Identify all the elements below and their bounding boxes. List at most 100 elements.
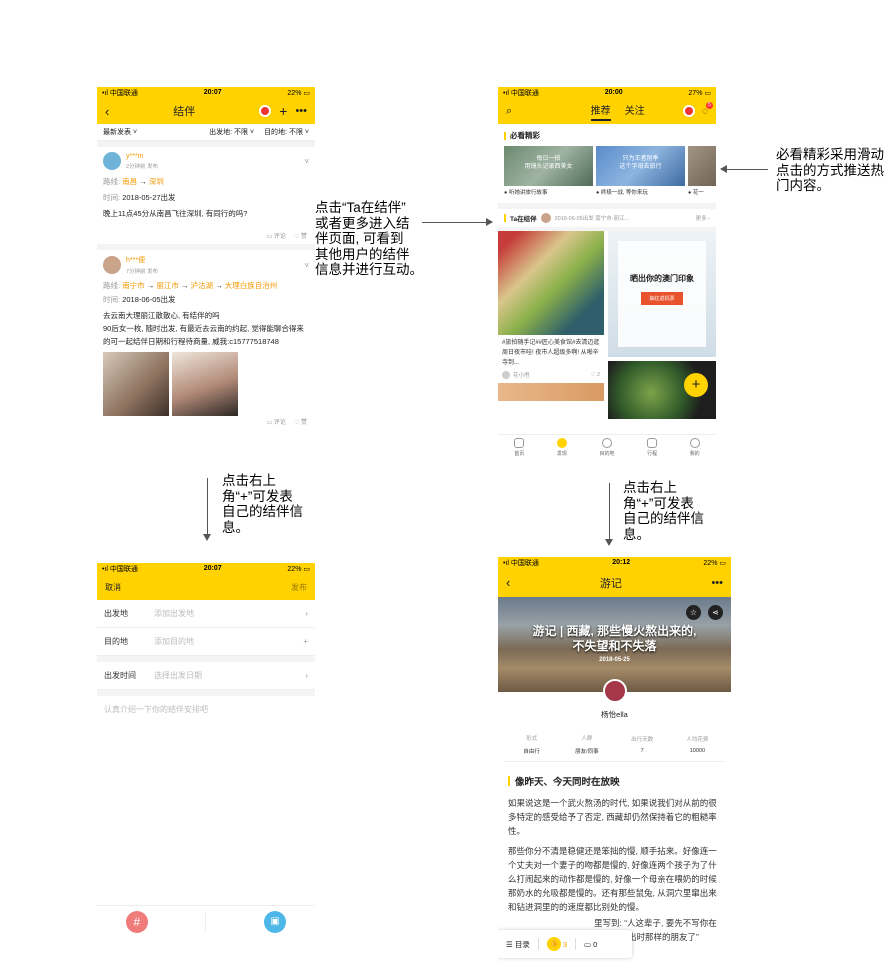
avatar[interactable]: [103, 256, 121, 274]
annotation-right: 必看精彩采用滑动 点击的方式推送热 门内容。: [776, 147, 884, 193]
filter-bar: 最新发表 ˅ 出发地: 不限 ˅ 目的地: 不限 ˅: [97, 124, 315, 141]
post-time: 7分钟前 发布: [126, 269, 159, 275]
status-bar: •ıl 中国联通 20:00 27% ▭: [503, 89, 711, 97]
date-field[interactable]: 出发时间 选择出发日期 ›: [97, 662, 315, 690]
author-name[interactable]: 杨怡ella: [498, 709, 731, 720]
toc-button[interactable]: ☰ 目录: [506, 939, 530, 950]
arrowhead-icon: [486, 218, 493, 226]
post-card[interactable]: y***m 2分钟前 发布 ˅ 路线: 南昌 → 深圳 时间: 2018-05-…: [97, 147, 315, 244]
username[interactable]: y***m: [126, 153, 158, 160]
add-icon[interactable]: +: [279, 103, 287, 119]
like-button[interactable]: ♡ 赞: [294, 417, 307, 426]
status-bar: •ıl 中国联通 20:07 22% ▭: [102, 565, 310, 573]
bottom-tab-bar: 首页 发现 目的地 行程 我的: [498, 434, 716, 460]
depart-field[interactable]: 出发地 添加出发地 ›: [97, 600, 315, 628]
paragraph: 如果说这是一个武火熬汤的时代, 如果说我们对从前的很多特定的感受给予了否定, 西…: [508, 798, 717, 836]
promo-button[interactable]: 抽往返机票: [641, 292, 683, 305]
signal-icon: •ıl: [102, 89, 108, 97]
promo-card[interactable]: 晒出你的澳门印象 抽往返机票: [608, 231, 716, 357]
message-icon[interactable]: ◌ 5: [702, 101, 713, 117]
favorite-icon[interactable]: ☆: [686, 605, 701, 620]
page-title: 结伴: [173, 106, 196, 118]
tab-itinerary[interactable]: 行程: [647, 438, 657, 457]
share-icon[interactable]: ⋖: [708, 605, 723, 620]
arrow-to-highlights: [724, 169, 768, 170]
hero-image: ☆ ⋖ 游记 | 西藏, 那些慢火熬出来的, 不失望和不失落 2018-05-2…: [498, 597, 731, 692]
tab-destination[interactable]: 目的地: [599, 438, 614, 457]
status-bar: •ıl 中国联通 20:07 22% ▭: [102, 89, 310, 97]
arrow-to-ta: [422, 222, 492, 223]
search-icon[interactable]: ⌕: [506, 105, 512, 118]
tab-me[interactable]: 我的: [689, 438, 700, 457]
dest-filter[interactable]: 目的地: 不限 ˅: [264, 127, 309, 137]
highlight-card[interactable]: 每日一拍 用镜头记录西美女 ● 听她讲旅行故事: [504, 146, 593, 196]
feed-card[interactable]: #旅拍随手记##匠心美食馆#去清迈逛周日夜市哇! 夜市人超级多啊! 从啪辛寺到.…: [498, 231, 604, 419]
destination-field[interactable]: 目的地 添加目的地 +: [97, 628, 315, 656]
comment-button[interactable]: ▭ 评论: [267, 231, 286, 240]
arrow-down-right: [609, 483, 610, 541]
back-icon[interactable]: ‹: [105, 104, 109, 119]
annotation-middle: 点击“Ta在结伴” 或者更多进入结 伴页面, 可看到 其他用户的结伴 信息并进行…: [315, 200, 423, 277]
feed-photo[interactable]: [498, 231, 604, 335]
chevron-down-icon[interactable]: ˅: [304, 261, 309, 270]
back-icon[interactable]: ‹: [506, 575, 510, 590]
like-button[interactable]: 👍 3: [546, 937, 567, 951]
chevron-right-icon: ›: [305, 671, 308, 680]
avatar[interactable]: [540, 213, 551, 223]
companion-list-screen: •ıl 中国联通 20:07 22% ▭ ‹ 结伴 + ••• 最新发表 ˅ 出…: [97, 87, 315, 462]
publish-button[interactable]: 发布: [291, 582, 307, 593]
thumb-icon: 👍: [546, 937, 561, 951]
tab-home[interactable]: 首页: [514, 438, 524, 457]
section-title: 必看精彩: [510, 131, 540, 140]
section-heading: 像昨天、今天同时在放映: [515, 777, 620, 788]
ta-companion-bar[interactable]: Ta在结伴 2018-06-05出发 南宁市-丽江... 更多 ›: [498, 209, 716, 227]
more-link[interactable]: 更多 ›: [696, 214, 710, 222]
more-icon[interactable]: •••: [295, 105, 307, 117]
tab-follow[interactable]: 关注: [625, 102, 645, 121]
add-icon[interactable]: +: [303, 637, 308, 646]
highlight-card[interactable]: ● 花一: [688, 146, 716, 196]
like-button[interactable]: ♡ 2: [590, 372, 600, 378]
depart-filter[interactable]: 出发地: 不限 ˅: [209, 127, 254, 137]
more-icon[interactable]: •••: [711, 577, 723, 589]
image-button[interactable]: ▣: [264, 910, 287, 933]
tab-discover[interactable]: 发现: [556, 438, 567, 457]
fab-add-button[interactable]: +: [684, 373, 708, 397]
post-card[interactable]: h***便 7分钟前 发布 ˅ 路线: 南宁市 → 丽江市 → 泸沽湖 → 大理…: [97, 250, 315, 426]
annotation-down-left: 点击右上 角“+”可发表 自己的结伴信 息。: [222, 473, 303, 535]
highlight-carousel[interactable]: 每日一拍 用镜头记录西美女 ● 听她讲旅行故事 只为王者别季 这个字母去旅行 ●…: [498, 145, 716, 197]
highlight-card[interactable]: 只为王者别季 这个字母去旅行 ● 终极一战, 等你来玩: [596, 146, 685, 196]
chevron-down-icon[interactable]: ˅: [304, 157, 309, 166]
arrowhead-icon: [720, 165, 727, 173]
comment-button[interactable]: ▭ 0: [584, 940, 597, 949]
avatar[interactable]: [602, 679, 627, 703]
intro-textarea[interactable]: 认真介绍一下你的结伴安排吧: [97, 696, 315, 886]
sort-filter[interactable]: 最新发表 ˅: [103, 127, 137, 137]
travel-note-screen: •ıl 中国联通 20:12 22% ▭ ‹ 游记 ••• ☆ ⋖ 游记 | 西…: [498, 557, 731, 972]
comment-button[interactable]: ▭ 评论: [267, 417, 286, 426]
mascot-icon[interactable]: [683, 105, 696, 117]
mascot-icon[interactable]: [259, 105, 272, 117]
battery: 22% ▭: [287, 89, 310, 97]
publish-screen: •ıl 中国联通 20:07 22% ▭ 取消 发布 出发地 添加出发地 › 目的地…: [97, 563, 315, 963]
chevron-right-icon: ›: [305, 609, 308, 618]
post-photo[interactable]: [172, 352, 238, 416]
hero-date: 2018-05-25: [599, 657, 630, 663]
avatar[interactable]: [103, 152, 121, 170]
arrowhead-icon: [605, 539, 613, 546]
username[interactable]: h***便: [126, 255, 158, 265]
cancel-button[interactable]: 取消: [105, 582, 121, 593]
paragraph: 那些你分不清是稳健还是笨拙的慢, 顺手拈来。好像连一个丈夫对一个妻子的吻都是慢的…: [508, 846, 717, 912]
hashtag-button[interactable]: #: [125, 910, 148, 933]
arrowhead-icon: [203, 534, 211, 541]
post-time: 2分钟前 发布: [126, 163, 159, 170]
message-badge: 5: [706, 101, 713, 109]
avatar[interactable]: [502, 371, 510, 379]
like-button[interactable]: ♡ 赞: [294, 231, 307, 240]
page-title: 游记: [599, 577, 622, 590]
status-bar: •ıl 中国联通 20:12 22% ▭: [503, 559, 726, 567]
article-toolbar: ☰ 目录 👍 3 ▭ 0: [498, 930, 632, 958]
annotation-down-right: 点击右上 角“+”可发表 自己的结伴信 息。: [623, 480, 704, 542]
post-photo[interactable]: [103, 352, 169, 416]
tab-recommend[interactable]: 推荐: [590, 102, 611, 121]
